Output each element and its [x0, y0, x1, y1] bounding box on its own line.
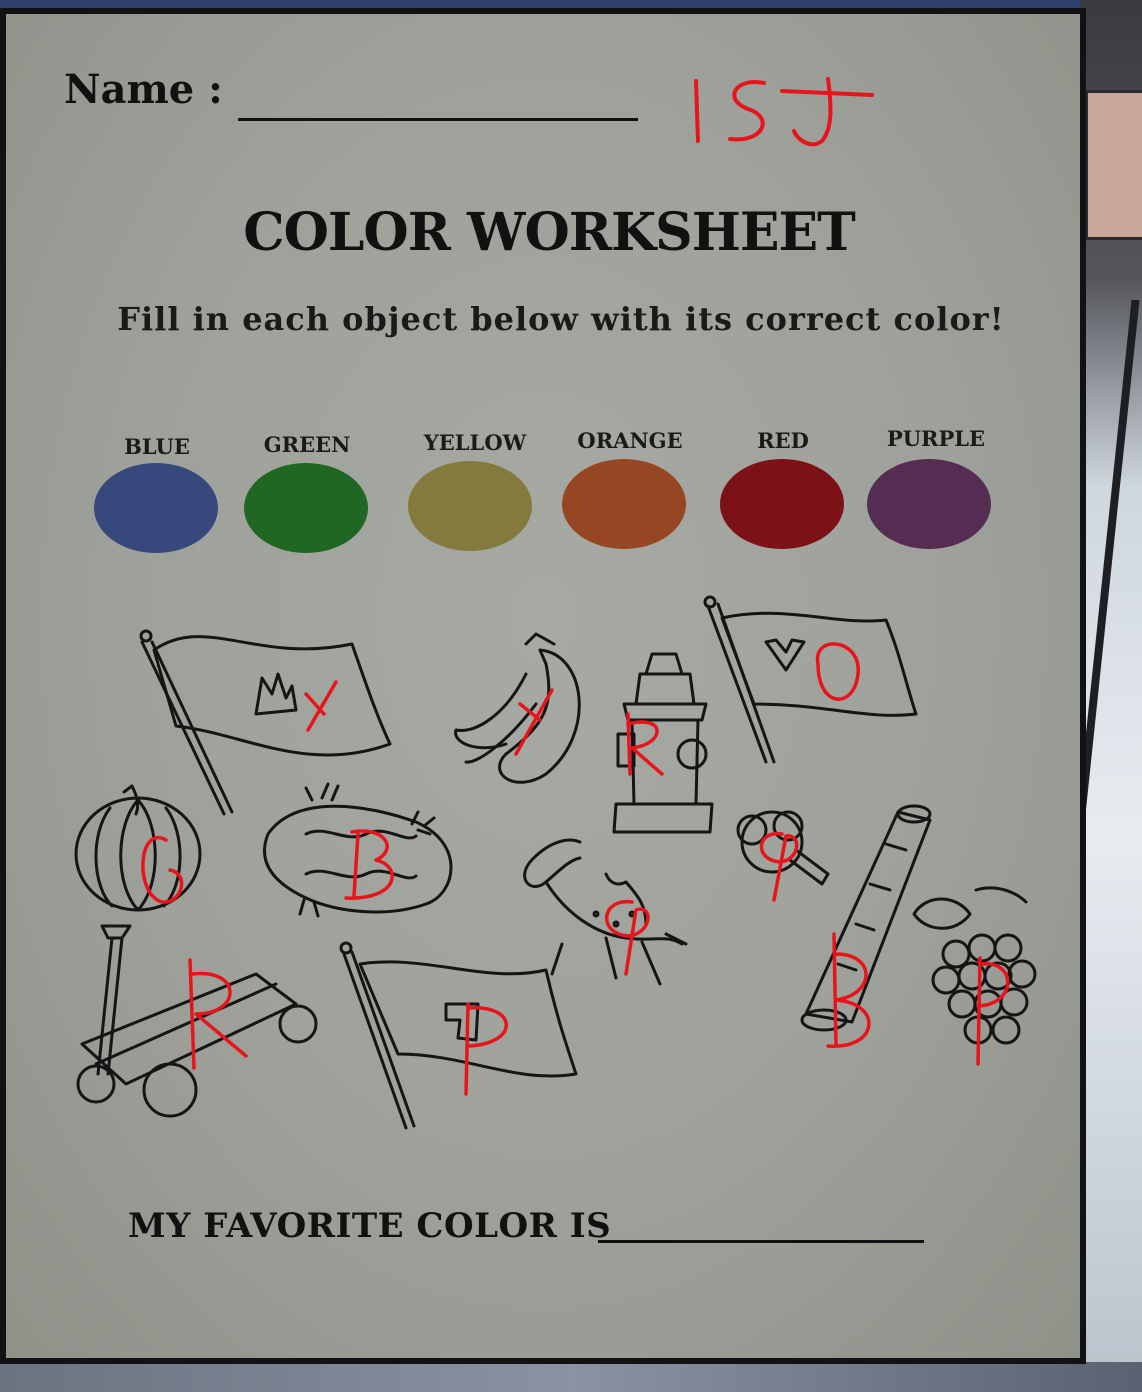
grapes[interactable] [912, 886, 1037, 1045]
lizard[interactable] [523, 838, 688, 986]
background-floor [0, 1362, 1142, 1392]
crayon[interactable] [800, 804, 932, 1032]
favorite-color-line[interactable] [598, 1240, 924, 1243]
favorite-color-label: MY FAVORITE COLOR IS [128, 1206, 612, 1246]
flag-top-left[interactable] [139, 629, 392, 816]
background-chair [1085, 90, 1142, 240]
flag-top-right[interactable] [703, 595, 918, 764]
objects-drawing [74, 595, 1037, 1130]
wagon[interactable] [76, 924, 318, 1118]
banana[interactable] [454, 632, 581, 784]
worksheet-paper[interactable]: Name : COLOR WORKSHEET Fill in each obje… [0, 8, 1086, 1364]
flag-bottom[interactable] [339, 941, 578, 1130]
